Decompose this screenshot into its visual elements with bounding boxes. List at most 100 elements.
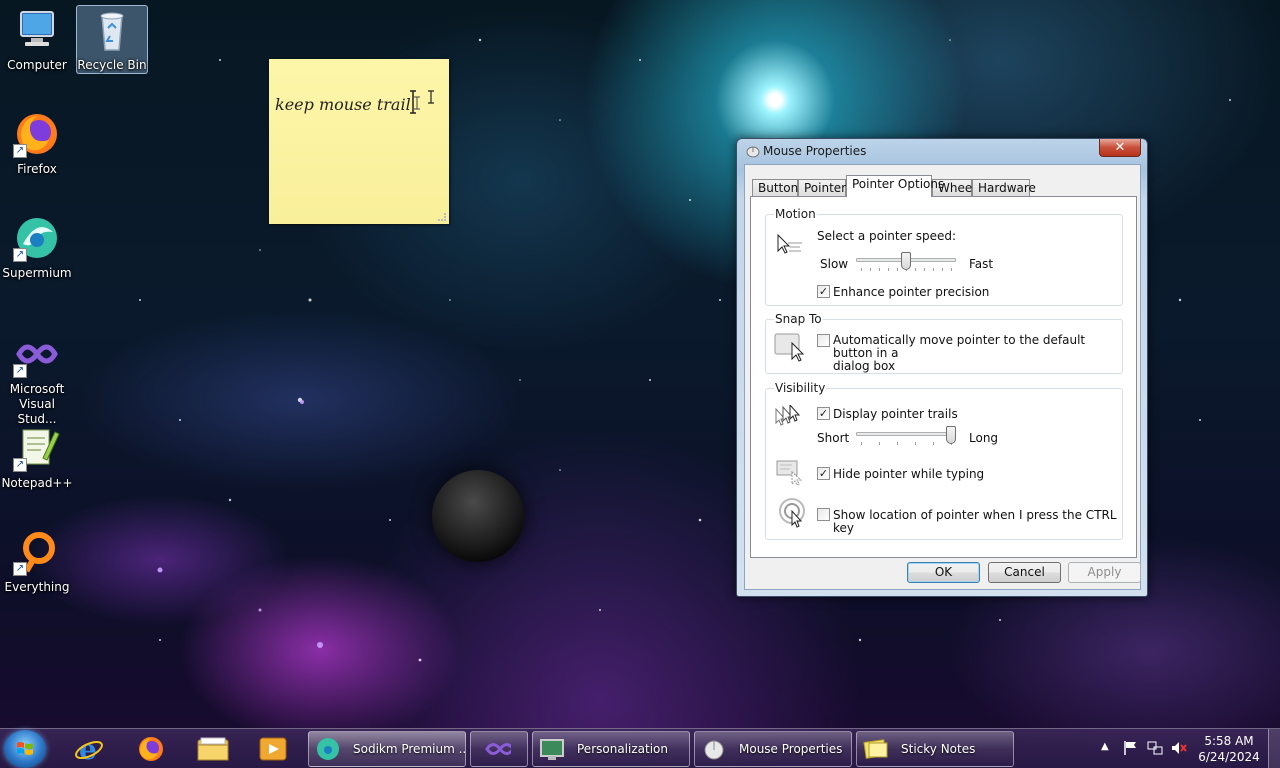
desktop-icon-visual-studio[interactable]: ↗ Microsoft Visual Stud... — [1, 330, 73, 427]
motion-group: Motion Select a pointer speed: Slow Fast… — [765, 207, 1123, 306]
clock-time: 5:58 AM — [1204, 734, 1254, 748]
taskbar-item-label: Personalization — [577, 742, 668, 756]
show-hidden-icons-icon[interactable]: ▲ — [1101, 741, 1109, 752]
snap-to-label-line1: Automatically move pointer to the defaul… — [833, 333, 1086, 360]
taskbar-item-personalization[interactable]: Personalization — [532, 731, 690, 767]
desktop-icon-everything[interactable]: ↗ Everything — [1, 528, 73, 595]
enhance-precision-label[interactable]: Enhance pointer precision — [833, 286, 989, 299]
short-label: Short — [817, 431, 850, 445]
trail-length-slider-thumb[interactable] — [946, 426, 956, 444]
supermium-icon: ↗ — [13, 214, 61, 262]
tab-pointer-options[interactable]: Pointer Options — [846, 175, 944, 197]
desktop-icon-computer[interactable]: Computer — [1, 6, 73, 73]
close-button[interactable]: ✕ — [1099, 139, 1141, 157]
snap-to-group-label: Snap To — [774, 312, 823, 326]
computer-icon — [13, 6, 61, 54]
volume-muted-icon[interactable] — [1170, 740, 1188, 756]
desktop-icon-notepadpp[interactable]: ↗ Notepad++ — [1, 424, 73, 491]
pinned-internet-explorer[interactable]: e — [62, 731, 116, 767]
snap-to-checkbox[interactable] — [817, 334, 830, 347]
slider-tick — [924, 268, 925, 271]
sticky-notes-icon — [863, 739, 888, 759]
media-player-icon — [259, 737, 287, 761]
show-desktop-button[interactable] — [1268, 729, 1280, 768]
desktop-icon-label: Firefox — [17, 162, 57, 176]
slider-tick — [897, 268, 898, 271]
taskbar-item-label: Mouse Properties — [739, 742, 843, 756]
planet-wallpaper — [432, 470, 524, 562]
slider-tick — [933, 442, 934, 445]
enhance-precision-checkbox[interactable]: ✓ — [817, 285, 830, 298]
show-location-icon — [779, 498, 805, 528]
taskbar-item-mouse-properties[interactable]: Mouse Properties — [694, 731, 852, 767]
dialog-titlebar[interactable]: Mouse Properties ✕ — [737, 139, 1147, 163]
desktop-icon-label: Computer — [7, 58, 67, 72]
desktop-icon-label: Microsoft Visual Stud... — [9, 382, 65, 426]
tab-pointers[interactable]: Pointers — [798, 179, 852, 197]
long-label: Long — [969, 431, 999, 445]
snap-to-icon — [774, 333, 805, 362]
slider-tick — [879, 442, 880, 445]
desktop-icon-firefox[interactable]: ↗ Firefox — [1, 110, 73, 177]
mouse-icon — [704, 740, 724, 760]
action-center-flag-icon[interactable] — [1122, 740, 1138, 756]
mouse-trail-cursor-icon — [410, 90, 434, 114]
slider-tick — [897, 442, 898, 445]
shortcut-arrow-icon: ↗ — [13, 248, 27, 262]
slider-tick — [888, 268, 889, 271]
taskbar-item-sticky-notes[interactable]: Sticky Notes — [856, 731, 1014, 767]
fast-label: Fast — [969, 257, 994, 271]
pinned-media-player[interactable] — [246, 731, 300, 767]
visual-studio-icon: ↗ — [13, 330, 61, 378]
mouse-icon — [745, 144, 761, 158]
pinned-file-explorer[interactable] — [186, 731, 240, 767]
desktop-icon-supermium[interactable]: ↗ Supermium — [1, 214, 73, 281]
slider-tick — [870, 268, 871, 271]
notification-area: ▲ — [1098, 729, 1194, 768]
taskbar-item-label: Sticky Notes — [901, 742, 976, 756]
visual-studio-icon — [485, 743, 511, 755]
network-icon[interactable] — [1146, 740, 1164, 756]
trail-length-slider[interactable] — [856, 426, 956, 448]
pinned-firefox[interactable] — [124, 731, 178, 767]
apply-button[interactable]: Apply — [1068, 562, 1141, 583]
slider-tick — [933, 268, 934, 271]
hide-pointer-checkbox[interactable]: ✓ — [817, 467, 830, 480]
hide-pointer-icon — [776, 460, 803, 486]
show-location-label[interactable]: Show location of pointer when I press th… — [833, 509, 1122, 535]
tab-buttons[interactable]: Buttons — [752, 179, 804, 197]
slider-tick — [861, 442, 862, 445]
slider-tick — [951, 268, 952, 271]
recycle-bin-icon — [88, 6, 136, 54]
taskbar-item-visual-studio[interactable] — [470, 731, 528, 767]
hide-pointer-label[interactable]: Hide pointer while typing — [833, 468, 984, 481]
mouse-properties-dialog: Mouse Properties ✕ Buttons Pointers Poin… — [736, 138, 1148, 597]
pointer-speed-slider[interactable] — [856, 252, 956, 274]
firefox-icon: ↗ — [13, 110, 61, 158]
visibility-group: Visibility ✓ Display pointer trails Shor… — [765, 381, 1123, 540]
cancel-button[interactable]: Cancel — [988, 562, 1061, 583]
slider-tick — [915, 442, 916, 445]
sticky-note-text[interactable]: keep mouse trail — [275, 95, 411, 114]
pointer-trails-checkbox[interactable]: ✓ — [817, 407, 830, 420]
pointer-speed-slider-thumb[interactable] — [901, 252, 911, 270]
start-button[interactable] — [4, 730, 46, 768]
pointer-speed-label: Select a pointer speed: — [817, 229, 957, 243]
desktop-icon-recycle-bin[interactable]: Recycle Bin — [76, 5, 148, 74]
show-location-checkbox[interactable] — [817, 508, 830, 521]
snap-to-label-line2: dialog box — [833, 359, 896, 373]
desktop-icon-label: Recycle Bin — [77, 58, 147, 72]
shortcut-arrow-icon: ↗ — [13, 458, 27, 472]
visibility-group-label: Visibility — [774, 381, 827, 395]
taskbar-item-supermium[interactable]: Sodikm Premium ... — [308, 731, 466, 767]
firefox-icon — [139, 737, 163, 761]
snap-to-label[interactable]: Automatically move pointer to the defaul… — [833, 334, 1122, 373]
ok-button[interactable]: OK — [907, 562, 980, 583]
system-clock[interactable]: 5:58 AM 6/24/2024 — [1196, 733, 1262, 765]
slider-tick — [879, 268, 880, 271]
sticky-note[interactable]: keep mouse trail — [269, 59, 449, 224]
resize-grip[interactable] — [438, 213, 446, 221]
pointer-trails-label[interactable]: Display pointer trails — [833, 408, 958, 421]
clock-date: 6/24/2024 — [1198, 750, 1260, 764]
tab-hardware[interactable]: Hardware — [972, 179, 1036, 197]
